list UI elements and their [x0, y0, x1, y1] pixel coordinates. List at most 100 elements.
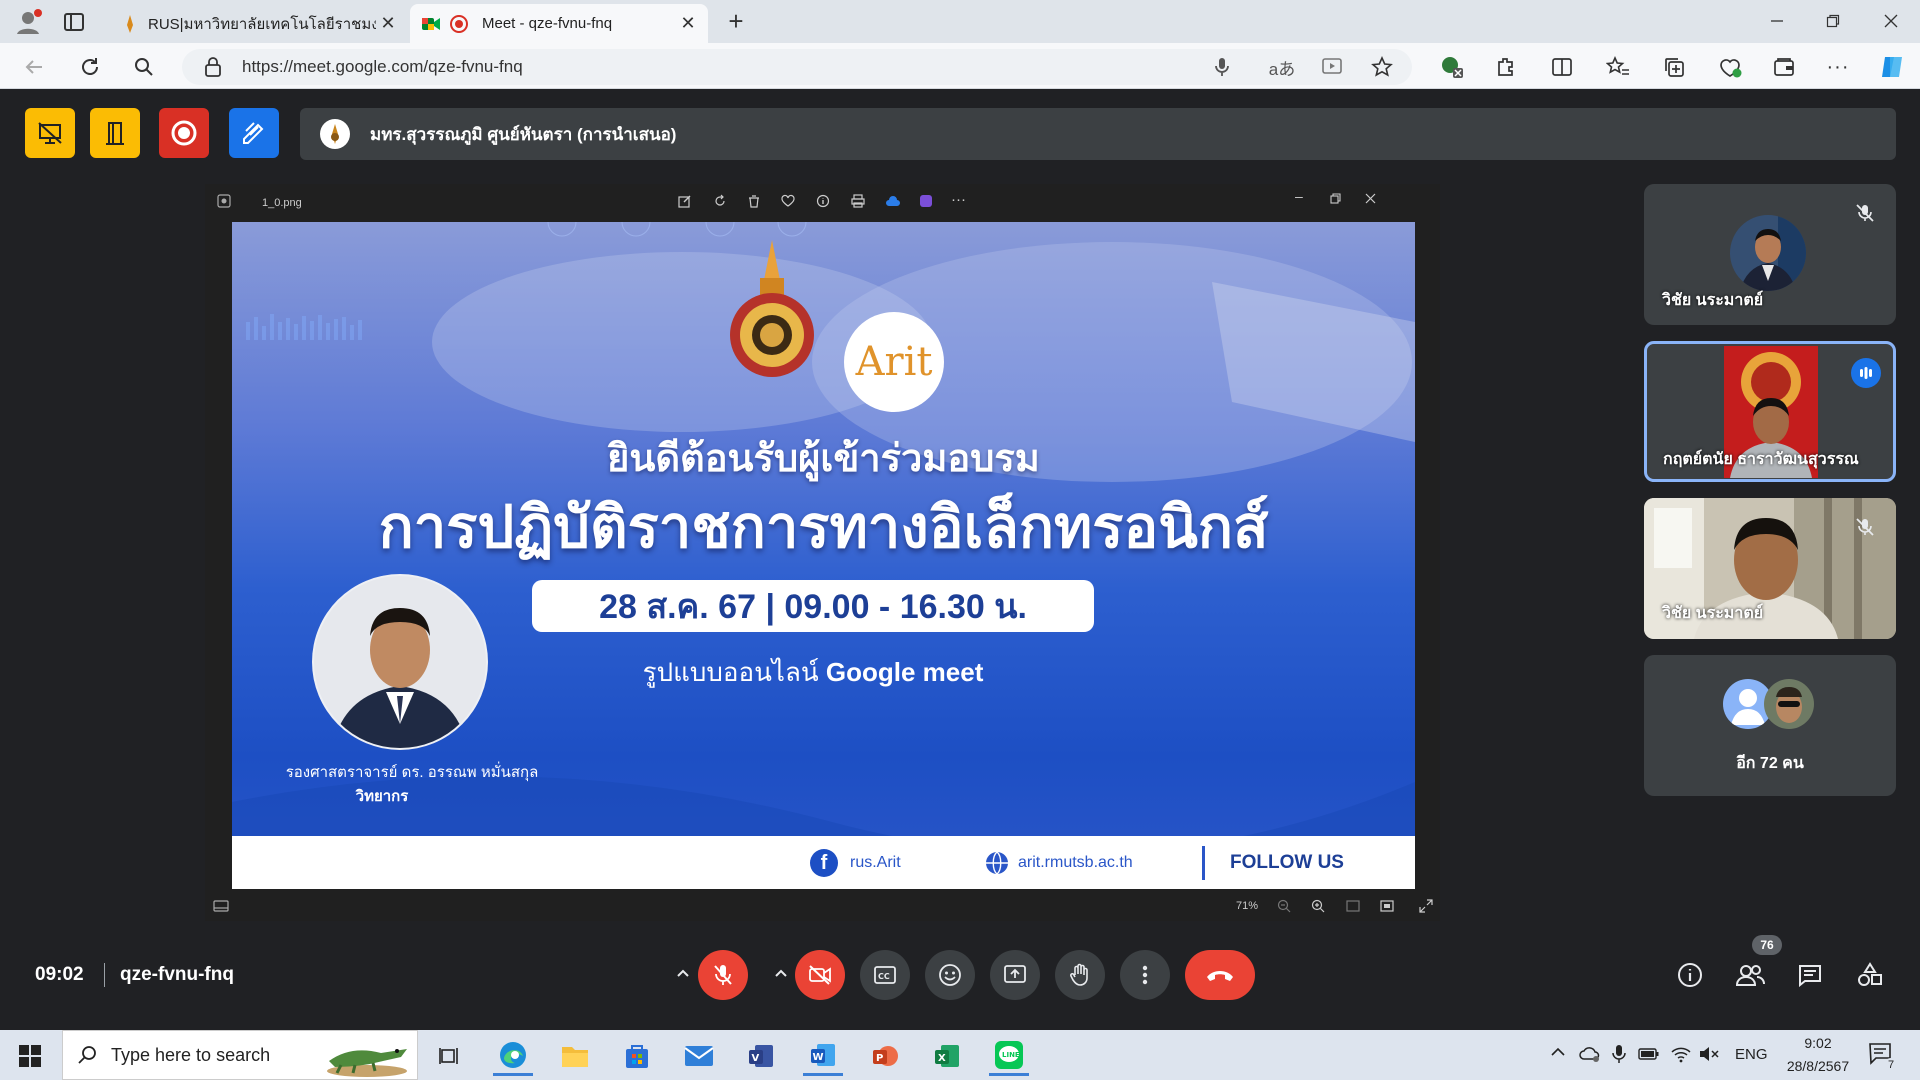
- reactions-button[interactable]: [925, 950, 975, 1000]
- tab-actions-icon[interactable]: [62, 10, 86, 34]
- actual-size-icon[interactable]: [1380, 900, 1394, 912]
- task-view-button[interactable]: [430, 1036, 470, 1076]
- translate-icon[interactable]: aあ: [1268, 53, 1296, 81]
- leave-call-button[interactable]: [1185, 950, 1255, 1000]
- zoom-in-icon[interactable]: [1311, 899, 1325, 913]
- wifi-icon[interactable]: [1670, 1045, 1692, 1063]
- gallery-icon[interactable]: [217, 194, 231, 208]
- filmstrip-icon[interactable]: [213, 900, 229, 912]
- close-window-icon[interactable]: [1876, 8, 1906, 34]
- tab-bar: RUS|มหาวิทยาลัยเทคโนโลยีราชมงคลสุ ✕ Meet…: [0, 0, 1920, 43]
- audio-options-icon[interactable]: [675, 966, 691, 980]
- edge-taskbar-button[interactable]: [493, 1036, 533, 1076]
- minimize-icon[interactable]: [1762, 8, 1792, 34]
- viewer-more-icon[interactable]: ···: [951, 191, 966, 208]
- visio-button[interactable]: V: [741, 1036, 781, 1076]
- edit-icon[interactable]: [678, 194, 692, 208]
- search-icon[interactable]: [130, 53, 158, 81]
- captions-button[interactable]: CC: [860, 950, 910, 1000]
- other-participants-tile[interactable]: อีก 72 คน: [1644, 655, 1896, 796]
- close-tab-icon[interactable]: ✕: [676, 12, 700, 36]
- viewer-close-icon[interactable]: [1365, 193, 1376, 204]
- input-language[interactable]: ENG: [1735, 1046, 1768, 1063]
- taskbar-search-box[interactable]: Type here to search: [62, 1030, 418, 1080]
- copilot-icon[interactable]: [1878, 53, 1906, 81]
- powerpoint-button[interactable]: P: [865, 1036, 905, 1076]
- browser-essentials-icon[interactable]: [1716, 53, 1744, 81]
- clock-time[interactable]: 9:02: [1778, 1035, 1858, 1051]
- video-options-icon[interactable]: [773, 966, 789, 980]
- back-icon[interactable]: [20, 53, 48, 81]
- rotate-icon[interactable]: [713, 194, 727, 208]
- viewer-restore-icon[interactable]: [1330, 193, 1341, 204]
- hide-presentation-button[interactable]: [25, 108, 75, 158]
- clipchamp-icon[interactable]: [919, 194, 933, 208]
- app-available-icon[interactable]: [1318, 53, 1346, 81]
- split-screen-icon[interactable]: [1548, 53, 1576, 81]
- people-button[interactable]: [1728, 953, 1772, 997]
- reload-icon[interactable]: [76, 53, 104, 81]
- store-button[interactable]: [617, 1036, 657, 1076]
- excel-button[interactable]: X: [927, 1036, 967, 1076]
- profile-icon[interactable]: [14, 8, 42, 36]
- clock-date[interactable]: 28/8/2567: [1778, 1058, 1858, 1074]
- presenter-avatar: [320, 119, 350, 149]
- line-button[interactable]: LINE: [989, 1036, 1029, 1076]
- new-tab-icon[interactable]: +: [722, 8, 750, 36]
- heart-icon[interactable]: [781, 194, 795, 208]
- cloud-icon[interactable]: [885, 194, 901, 208]
- zoom-out-icon[interactable]: [1277, 899, 1291, 913]
- microphone-icon[interactable]: [1208, 53, 1236, 81]
- participant-name: กฤตย์ตนัย ธาราวัฒนสุวรรณ: [1663, 451, 1859, 468]
- extensions-icon[interactable]: [1492, 53, 1520, 81]
- more-options-button[interactable]: [1120, 950, 1170, 1000]
- tab-title: Meet - qze-fvnu-fnq: [482, 15, 613, 32]
- camera-toggle-button[interactable]: [795, 950, 845, 1000]
- word-button[interactable]: W: [803, 1036, 843, 1076]
- viewer-filename: 1_0.png: [262, 197, 302, 209]
- start-button[interactable]: [10, 1036, 50, 1076]
- visio-icon: V: [749, 1045, 773, 1067]
- breakout-door-button[interactable]: [90, 108, 140, 158]
- participant-tile[interactable]: วิชัย นระมาตย์: [1644, 184, 1896, 325]
- end-call-icon: [1207, 971, 1233, 981]
- favorites-icon[interactable]: [1604, 53, 1632, 81]
- wallet-icon[interactable]: [1770, 53, 1798, 81]
- delete-icon[interactable]: [747, 194, 761, 208]
- lock-icon[interactable]: [204, 57, 222, 77]
- fullscreen-icon[interactable]: [1419, 899, 1433, 913]
- file-explorer-button[interactable]: [555, 1036, 595, 1076]
- volume-muted-icon[interactable]: [1698, 1045, 1720, 1063]
- info-icon[interactable]: [816, 194, 830, 208]
- collections-icon[interactable]: [1660, 53, 1688, 81]
- whiteboard-button[interactable]: [229, 108, 279, 158]
- meeting-details-button[interactable]: [1668, 953, 1712, 997]
- slide-format-prefix: รูปแบบออนไลน์: [642, 657, 826, 687]
- tab-rus[interactable]: RUS|มหาวิทยาลัยเทคโนโลยีราชมงคลสุ ✕: [110, 4, 408, 43]
- fit-icon[interactable]: [1346, 900, 1360, 912]
- restore-icon[interactable]: [1818, 8, 1848, 34]
- raise-hand-button[interactable]: [1055, 950, 1105, 1000]
- microphone-tray-icon[interactable]: [1612, 1044, 1626, 1064]
- extension-badge-icon[interactable]: [1438, 53, 1466, 81]
- battery-icon[interactable]: [1638, 1047, 1660, 1061]
- presentation-off-icon: [38, 122, 62, 144]
- word-icon: W: [811, 1043, 835, 1066]
- slide-format-platform: Google meet: [825, 657, 984, 687]
- present-screen-button[interactable]: [990, 950, 1040, 1000]
- participant-tile-speaking[interactable]: กฤตย์ตนัย ธาราวัฒนสุวรรณ: [1644, 341, 1896, 482]
- mic-toggle-button[interactable]: [698, 950, 748, 1000]
- print-icon[interactable]: [851, 194, 865, 208]
- tab-meet[interactable]: Meet - qze-fvnu-fnq ✕: [410, 4, 708, 43]
- recording-button[interactable]: [159, 108, 209, 158]
- mail-button[interactable]: [679, 1036, 719, 1076]
- close-tab-icon[interactable]: ✕: [376, 12, 400, 36]
- show-hidden-icons[interactable]: [1550, 1046, 1566, 1058]
- chat-button[interactable]: [1788, 953, 1832, 997]
- activities-button[interactable]: [1848, 953, 1892, 997]
- viewer-minimize-icon[interactable]: –: [1295, 188, 1303, 204]
- participant-tile[interactable]: วิชัย นระมาตย์: [1644, 498, 1896, 639]
- more-options-icon[interactable]: ···: [1824, 53, 1852, 81]
- favorite-star-icon[interactable]: [1368, 53, 1396, 81]
- onedrive-icon[interactable]: [1579, 1045, 1601, 1063]
